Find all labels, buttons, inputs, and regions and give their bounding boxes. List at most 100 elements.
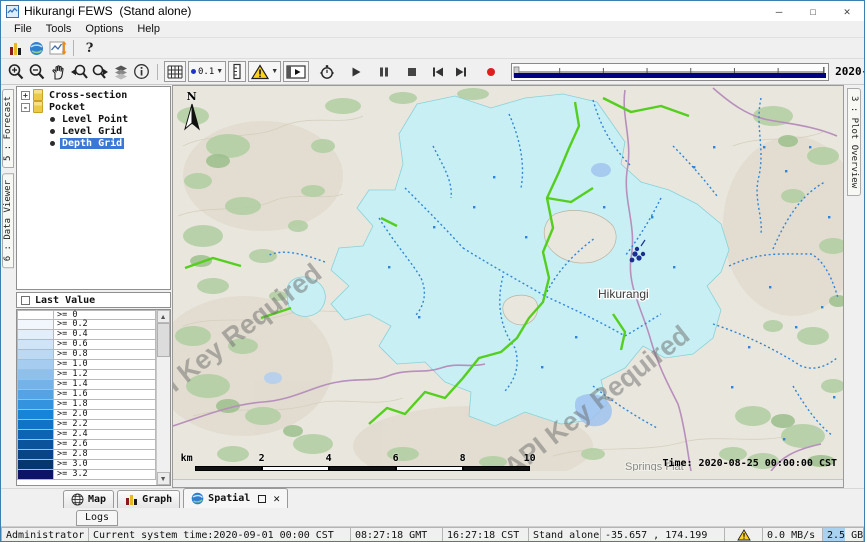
legend-color-swatch (17, 340, 54, 350)
bullet-icon (50, 141, 55, 146)
chart-arrow-icon[interactable] (47, 38, 68, 58)
legend-color-swatch (17, 380, 54, 390)
maximize-button[interactable]: ☐ (796, 1, 830, 21)
last-value-label: Last Value (35, 295, 95, 306)
menu-options[interactable]: Options (78, 23, 130, 35)
layers-icon[interactable] (110, 62, 131, 82)
timer-settings-icon[interactable] (316, 62, 337, 82)
menu-help[interactable]: Help (130, 23, 167, 35)
bullet-icon (50, 129, 55, 134)
tab-close-icon[interactable]: ✕ (273, 492, 280, 505)
expand-icon[interactable]: + (21, 91, 30, 100)
tab-graph[interactable]: Graph (117, 490, 180, 508)
legend-color-swatch (17, 410, 54, 420)
play-button[interactable] (345, 62, 366, 82)
legend-color-swatch (17, 370, 54, 380)
grid-display-button[interactable] (164, 61, 186, 82)
legend-scrollbar[interactable]: ▲ ▼ (156, 310, 170, 485)
scrollbar-track[interactable] (157, 323, 170, 472)
close-button[interactable]: ✕ (830, 1, 864, 21)
tree-item-pocket[interactable]: - Pocket (17, 101, 170, 113)
window-title: Hikurangi FEWS (Stand alone) (24, 4, 191, 18)
left-panel: + Cross-section - Pocket Level Point Lev… (15, 85, 172, 488)
bullet-icon (50, 117, 55, 122)
chevron-down-icon: ▼ (271, 68, 278, 75)
explorer-bars-icon[interactable] (5, 38, 26, 58)
tab-plot-overview[interactable]: 3 : Plot Overview (847, 88, 861, 196)
info-icon[interactable] (131, 62, 152, 82)
stop-button[interactable] (401, 62, 422, 82)
record-button[interactable] (480, 62, 501, 82)
globe-icon[interactable] (26, 38, 47, 58)
legend-color-swatch (17, 450, 54, 460)
warning-icon (737, 529, 751, 541)
menu-tools[interactable]: Tools (39, 23, 79, 35)
map-canvas[interactable]: API Key Required API Key Required Hikura… (173, 86, 844, 471)
collapse-icon[interactable]: - (21, 103, 30, 112)
status-local-time: 16:27:18 CST (443, 527, 529, 542)
right-tab-strip: 3 : Plot Overview (844, 85, 864, 488)
warning-threshold-dropdown[interactable]: ▼ (248, 61, 281, 82)
skip-to-end-button[interactable] (451, 62, 472, 82)
left-tab-strip: 5 : Forecast 6 : Data Viewer (1, 85, 15, 488)
menu-bar: File Tools Options Help (1, 21, 864, 38)
pause-button[interactable] (373, 62, 394, 82)
status-mode: Stand alone (529, 527, 601, 542)
tree-item-label: Pocket (47, 102, 87, 113)
minimize-button[interactable]: – (762, 1, 796, 21)
time-slider[interactable] (511, 63, 829, 81)
help-button[interactable]: ? (79, 38, 100, 58)
last-value-checkbox[interactable] (21, 296, 30, 305)
scrollbar-thumb[interactable] (157, 323, 170, 357)
legend-color-swatch (17, 310, 54, 320)
scroll-down-icon[interactable]: ▼ (157, 472, 170, 485)
menu-file[interactable]: File (7, 23, 39, 35)
app-window: Hikurangi FEWS (Stand alone) – ☐ ✕ File … (0, 0, 865, 542)
tree-item-cross-section[interactable]: + Cross-section (17, 89, 170, 101)
north-label: N (181, 90, 203, 103)
tree-item-level-point[interactable]: Level Point (50, 113, 170, 125)
logs-tab[interactable]: Logs (76, 510, 118, 526)
animation-display-button[interactable] (283, 61, 309, 82)
status-memory: 2.5 GB (823, 527, 864, 542)
legend-color-swatch (17, 330, 54, 340)
contour-interval-dropdown[interactable]: 0.1 ▼ (188, 61, 226, 82)
tab-map[interactable]: Map (63, 490, 114, 508)
zoom-previous-icon[interactable] (68, 62, 89, 82)
zoom-out-icon[interactable] (26, 62, 47, 82)
legend-header: Last Value (16, 292, 171, 308)
zoom-in-icon[interactable] (5, 62, 26, 82)
status-gmt-time: 08:27:18 GMT (351, 527, 443, 542)
legend-color-swatch (17, 420, 54, 430)
scale-tick-label: 6 (393, 453, 399, 464)
legend-list: >= 0>= 0.2>= 0.4>= 0.6>= 0.8>= 1.0>= 1.2… (17, 310, 156, 485)
ruler-scale-button[interactable] (228, 61, 246, 82)
scale-tick-label: 8 (460, 453, 466, 464)
chevron-down-icon: ▼ (216, 68, 223, 75)
town-label: Hikurangi (598, 287, 649, 301)
status-download-rate: 0.0 MB/s (763, 527, 823, 542)
map-time-label: Time: 2020-08-25 00:00:00 CST (662, 458, 837, 469)
map-viewport[interactable]: API Key Required API Key Required Hikura… (172, 85, 844, 488)
tab-spatial-label: Spatial (208, 493, 250, 504)
north-arrow: N (181, 90, 203, 136)
tab-spatial[interactable]: Spatial ✕ (183, 488, 288, 508)
tree-item-depth-grid[interactable]: Depth Grid (50, 137, 170, 149)
legend-color-swatch (17, 320, 54, 330)
status-coordinates: -35.657 , 174.199 (601, 527, 725, 542)
pan-hand-icon[interactable] (47, 62, 68, 82)
skip-to-start-button[interactable] (427, 62, 448, 82)
tree-item-label: Depth Grid (60, 138, 124, 149)
status-warning-cell[interactable] (725, 527, 763, 542)
time-slider-range-bar[interactable] (514, 73, 826, 78)
tab-data-viewer[interactable]: 6 : Data Viewer (2, 173, 14, 268)
map-scale-bar: km 2 4 6 8 10 (181, 453, 531, 475)
scroll-up-icon[interactable]: ▲ (157, 310, 170, 323)
folder-icon (33, 89, 43, 101)
tree-item-level-grid[interactable]: Level Grid (50, 125, 170, 137)
zoom-next-icon[interactable] (89, 62, 110, 82)
map-bottom-strip (173, 479, 843, 487)
legend-row[interactable]: >= 3.2 (17, 470, 156, 480)
tab-forecast[interactable]: 5 : Forecast (2, 89, 14, 168)
tab-maximize-icon[interactable] (258, 495, 266, 503)
